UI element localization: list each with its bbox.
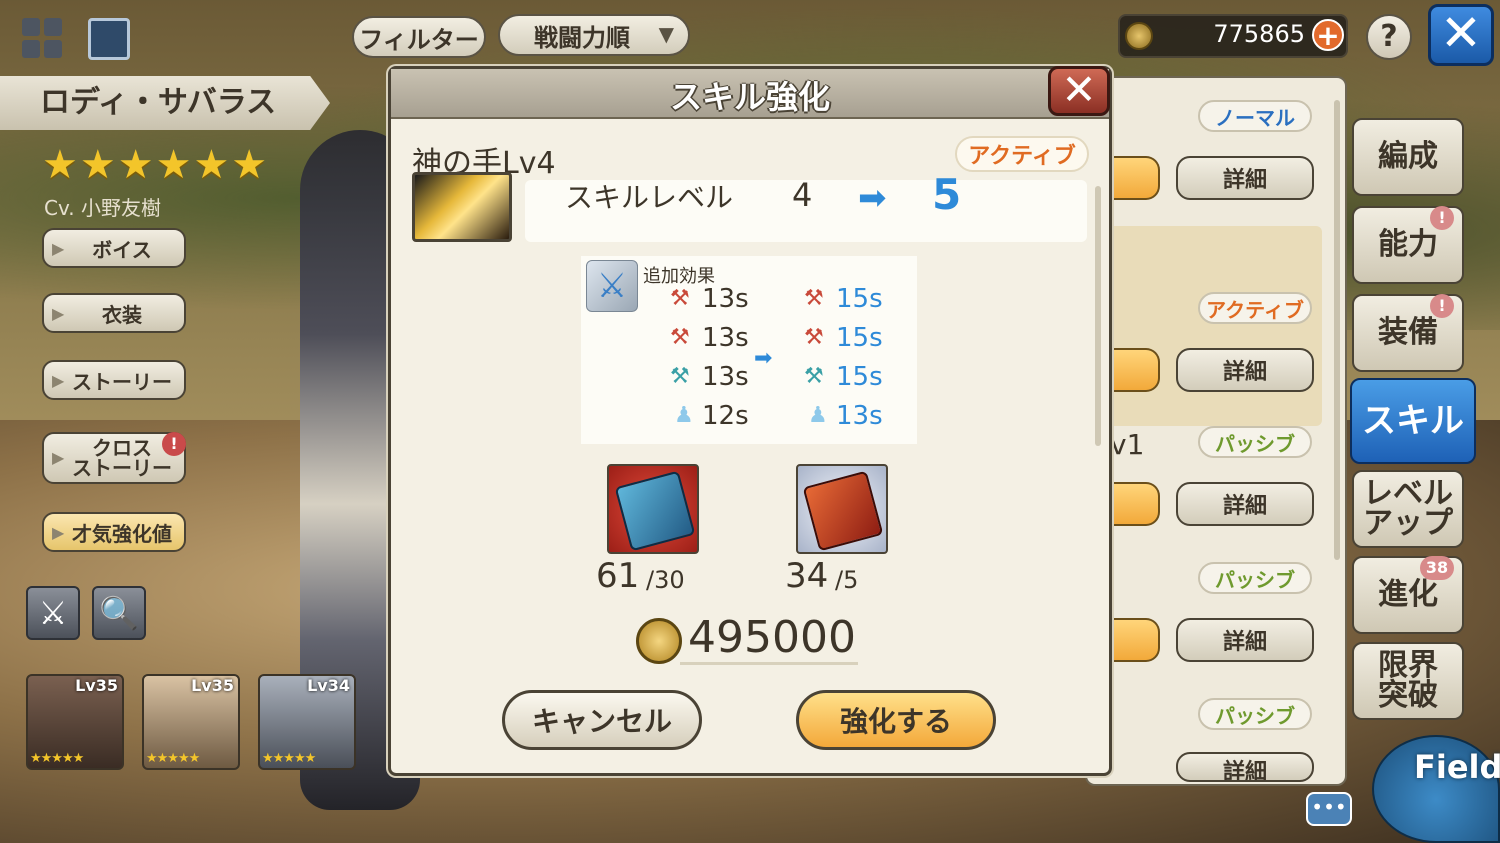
skill-level-fragment: v1 [1110, 428, 1145, 461]
magnifier-icon[interactable]: 🔍 [92, 586, 146, 640]
red-axe-icon: ⚒ [670, 325, 690, 350]
formation-tab[interactable]: 編成 [1352, 118, 1464, 196]
help-button[interactable]: ? [1366, 14, 1412, 60]
character-name: ロディ・サバラス [0, 76, 330, 130]
blue-axe-icon: ⚒ [804, 364, 824, 389]
notification-badge: ! [1430, 294, 1454, 318]
talent-label: 才気強化値 [72, 521, 172, 546]
levelup-tab[interactable]: レベル アップ [1352, 470, 1464, 548]
cancel-button[interactable]: キャンセル [502, 690, 702, 750]
enhance-button[interactable] [1110, 348, 1160, 392]
effect-from: 13s [702, 284, 749, 314]
skill-tag-passive: パッシブ [1198, 426, 1312, 458]
notification-badge: ! [1430, 206, 1454, 230]
coin-icon [1125, 22, 1153, 50]
roster-level: Lv35 [75, 676, 118, 695]
dialog-close-button[interactable]: ✕ [1048, 66, 1110, 116]
ghost-icon: ♟ [674, 403, 694, 428]
close-screen-button[interactable]: ✕ [1428, 4, 1494, 66]
cross-story-label: クロス ストーリー [72, 436, 172, 480]
coin-icon [636, 618, 682, 664]
enhance-button[interactable] [1110, 156, 1160, 200]
sort-dropdown[interactable]: 戦闘力順 ▼ [498, 14, 690, 56]
detail-button[interactable]: 詳細 [1176, 348, 1314, 392]
detail-button[interactable]: 詳細 [1176, 156, 1314, 200]
skill-tag-passive: パッシブ [1198, 562, 1312, 594]
voice-button[interactable]: ボイス [42, 228, 186, 268]
enhance-cost: 495000 [688, 612, 856, 663]
effect-to: 15s [836, 362, 883, 392]
voice-actor: Cv. 小野友樹 [44, 196, 161, 220]
red-axe-icon: ⚒ [670, 286, 690, 311]
effect-from: 13s [702, 362, 749, 392]
roster-stars: ★★★★★ [146, 751, 200, 766]
voice-label: ボイス [92, 237, 152, 262]
costume-label: 衣装 [102, 302, 142, 327]
roster-stars: ★★★★★ [30, 751, 84, 766]
material-need: /30 [646, 566, 685, 594]
square-view-icon[interactable] [88, 18, 130, 60]
skill-level-label: スキルレベル [565, 181, 734, 214]
field-label: Field [1414, 748, 1500, 786]
limit-break-tab[interactable]: 限界 突破 [1352, 642, 1464, 720]
ghost-icon: ♟ [808, 403, 828, 428]
roster-level: Lv34 [307, 676, 350, 695]
scrollbar[interactable] [1334, 100, 1340, 560]
selected-skill-highlight [1100, 226, 1322, 426]
effect-from: 12s [702, 401, 749, 431]
sword-plus-icon: ⚔ [586, 260, 638, 312]
skill-tab[interactable]: スキル [1350, 378, 1476, 464]
enhance-button[interactable] [1110, 618, 1160, 662]
add-coins-button[interactable]: + [1312, 19, 1344, 51]
effect-to: 15s [836, 323, 883, 353]
material-have: 34 [785, 556, 829, 596]
skill-tag-active: アクティブ [1198, 292, 1312, 324]
material-have: 61 [596, 556, 640, 596]
dialog-scrollbar[interactable] [1095, 186, 1101, 446]
detail-button[interactable]: 詳細 [1176, 482, 1314, 526]
roster-portrait[interactable]: Lv35 ★★★★★ [26, 674, 124, 770]
enhance-button[interactable] [1110, 482, 1160, 526]
story-label: ストーリー [72, 369, 172, 394]
effect-to: 15s [836, 284, 883, 314]
roster-portrait[interactable]: Lv35 ★★★★★ [142, 674, 240, 770]
sort-label: 戦闘力順 [534, 23, 630, 52]
arrow-right-icon: ➡ [858, 178, 887, 218]
notification-badge: ! [162, 432, 186, 456]
roster-level: Lv35 [191, 676, 234, 695]
skill-icon [412, 172, 512, 242]
arrow-right-icon: ➡ [754, 346, 773, 371]
effect-from: 13s [702, 323, 749, 353]
skill-tag-passive: パッシブ [1198, 698, 1312, 730]
blue-axe-icon: ⚒ [670, 364, 690, 389]
filter-button[interactable]: フィルター [352, 16, 486, 58]
material-need: /5 [835, 566, 859, 594]
weapon-icon[interactable]: ⚔ [26, 586, 80, 640]
detail-button[interactable]: 詳細 [1176, 618, 1314, 662]
effect-to: 13s [836, 401, 883, 431]
skill-type-badge: アクティブ [955, 136, 1089, 172]
divider [680, 662, 858, 665]
level-current: 4 [792, 176, 813, 214]
level-next: 5 [932, 170, 962, 219]
grid-menu-icon[interactable] [22, 18, 62, 58]
red-axe-icon: ⚒ [804, 286, 824, 311]
coin-amount: 775865 [1213, 20, 1305, 48]
roster-portrait[interactable]: Lv34 ★★★★★ [258, 674, 356, 770]
evolution-badge: 38 [1420, 556, 1454, 580]
dialog-title: スキル強化 [669, 78, 830, 116]
confirm-enhance-button[interactable]: 強化する [796, 690, 996, 750]
rarity-stars: ★★★★★★ [42, 142, 270, 188]
chevron-down-icon: ▼ [658, 22, 674, 46]
skill-tag-normal: ノーマル [1198, 100, 1312, 132]
detail-button[interactable]: 詳細 [1176, 752, 1314, 782]
costume-button[interactable]: 衣装 [42, 293, 186, 333]
talent-button[interactable]: 才気強化値 [42, 512, 186, 552]
roster-stars: ★★★★★ [262, 751, 316, 766]
red-axe-icon: ⚒ [804, 325, 824, 350]
chat-button[interactable]: ••• [1306, 792, 1352, 826]
story-button[interactable]: ストーリー [42, 360, 186, 400]
